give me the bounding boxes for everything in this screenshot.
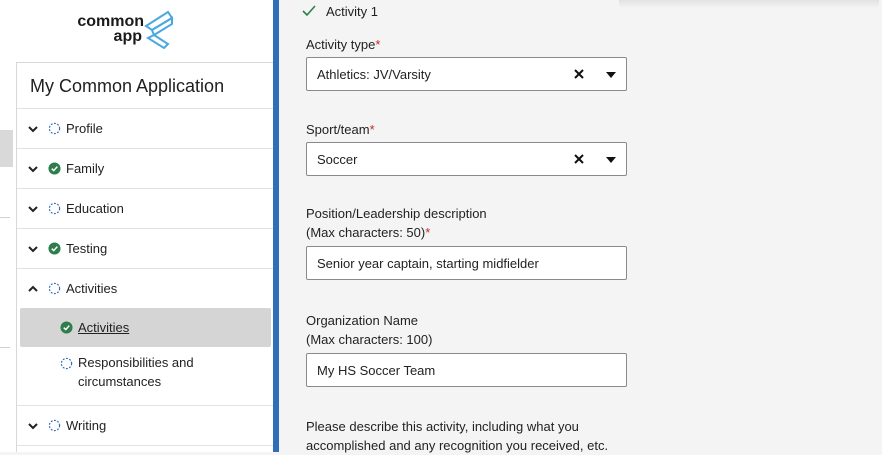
sport-team-label: Sport/team* [306, 122, 375, 137]
sidebar-item-label: Family [66, 161, 105, 176]
dashed-circle-icon [48, 419, 61, 432]
activity-title: Activity 1 [326, 4, 379, 19]
position-input[interactable]: Senior year captain, starting midfielder [306, 246, 627, 280]
organization-value: My HS Soccer Team [317, 363, 436, 378]
dashed-circle-icon [48, 282, 61, 295]
caret-down-icon[interactable] [606, 72, 616, 78]
position-value: Senior year captain, starting midfielder [317, 256, 539, 271]
chevron-down-icon[interactable] [27, 243, 39, 255]
sidebar-item-education[interactable]: Education [17, 188, 274, 228]
dashed-circle-icon [48, 202, 61, 215]
sidebar-item-label: Writing [66, 418, 107, 433]
chevron-down-icon[interactable] [27, 163, 39, 175]
sidebar-item-writing[interactable]: Writing [17, 405, 274, 445]
chevron-down-icon[interactable] [27, 203, 39, 215]
panel-title: My Common Application [30, 76, 225, 96]
sidebar-subitem-activities[interactable]: Activities [20, 308, 271, 347]
sidebar-item-label: Education [66, 201, 124, 216]
sidebar-item-label: Testing [66, 241, 108, 256]
application-nav-panel: My Common Application Profile Family Edu… [17, 62, 274, 452]
left-rail [0, 62, 17, 452]
activity-type-select[interactable]: Athletics: JV/Varsity [306, 57, 627, 91]
activity-header[interactable]: Activity 1 [279, 0, 882, 26]
logo-text: common app [77, 13, 144, 45]
rail-divider [0, 217, 10, 218]
common-app-logo[interactable]: common app [68, 8, 178, 52]
sport-team-select[interactable]: Soccer [306, 142, 627, 176]
sidebar-item-family[interactable]: Family [17, 148, 274, 188]
nav-divider [17, 445, 274, 454]
sidebar-subitem-responsibilities[interactable]: Responsibilities and circumstances [17, 347, 274, 405]
sidebar-subitem-label: Responsibilities and circumstances [78, 355, 194, 389]
close-icon[interactable] [573, 153, 585, 165]
rail-tab[interactable] [0, 130, 13, 167]
sidebar-item-label: Activities [66, 281, 118, 296]
dashed-circle-icon [48, 122, 61, 135]
sport-team-value: Soccer [317, 152, 358, 167]
activity-form: Activity 1 Activity type* Athletics: JV/… [279, 0, 882, 453]
activity-type-value: Athletics: JV/Varsity [317, 67, 431, 82]
close-icon[interactable] [573, 68, 585, 80]
description-label: Please describe this activity, including… [306, 419, 609, 453]
sidebar-subitem-label: Activities [78, 320, 130, 335]
sidebar-item-testing[interactable]: Testing [17, 228, 274, 268]
sidebar: common app My Common Application Profile… [0, 0, 274, 452]
check-circle-icon [48, 242, 61, 255]
chevron-up-icon[interactable] [27, 283, 39, 295]
chevron-down-icon[interactable] [27, 123, 39, 135]
dashed-circle-icon [60, 357, 73, 370]
check-circle-icon [48, 162, 61, 175]
activity-type-label: Activity type* [306, 37, 381, 52]
check-icon [302, 5, 316, 17]
chevron-down-icon[interactable] [27, 420, 39, 432]
sidebar-item-profile[interactable]: Profile [17, 108, 274, 148]
caret-down-icon[interactable] [606, 157, 616, 163]
sidebar-item-label: Profile [66, 121, 103, 136]
logo-mark-icon [144, 10, 174, 50]
check-circle-icon [60, 321, 73, 334]
sidebar-item-activities[interactable]: Activities [17, 268, 274, 308]
organization-label: Organization Name (Max characters: 100) [306, 313, 433, 347]
rail-divider [0, 347, 10, 348]
section-nav: Profile Family Education Testing Activit… [17, 108, 274, 454]
organization-input[interactable]: My HS Soccer Team [306, 353, 627, 387]
position-label: Position/Leadership description (Max cha… [306, 206, 487, 240]
